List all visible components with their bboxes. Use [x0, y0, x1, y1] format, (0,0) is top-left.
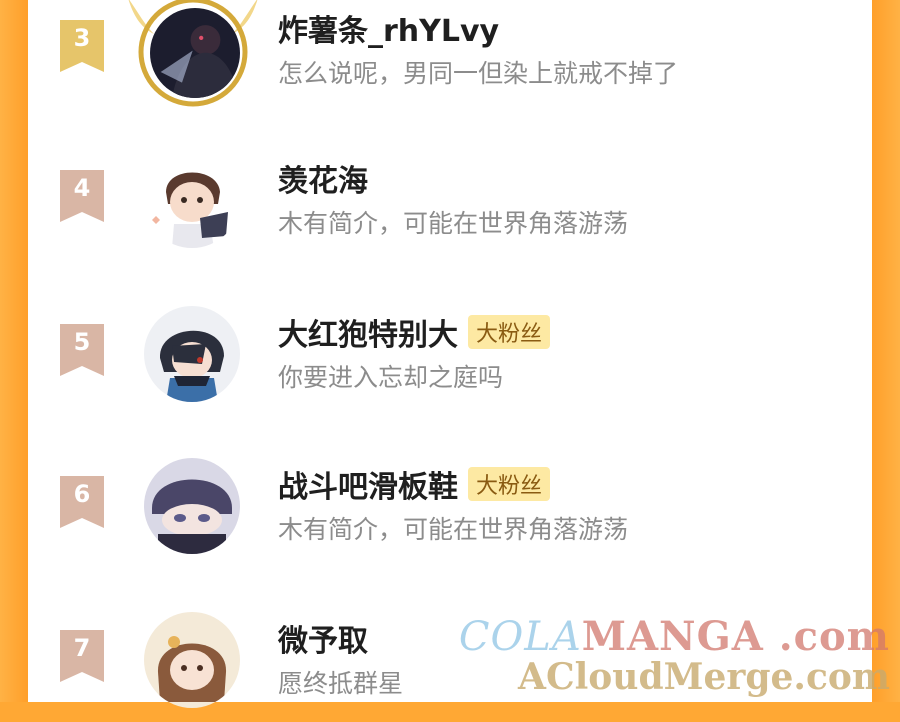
list-item-rank-3[interactable]: 3 炸薯条_rhYLvy 怎么说呢，男同一但染上就戒不掉了	[28, 0, 872, 112]
avatar[interactable]	[144, 612, 240, 708]
avatar[interactable]	[144, 458, 240, 554]
list-item-rank-5[interactable]: 5 大红狍特别大 大粉丝 你要进入忘却之庭吗	[28, 306, 872, 416]
user-bio: 你要进入忘却之庭吗	[278, 363, 504, 392]
user-name[interactable]: 羡花海	[278, 156, 368, 200]
fan-level-badge: 大粉丝	[468, 315, 551, 349]
user-bio: 木有简介，可能在世界角落游荡	[278, 515, 629, 544]
user-name[interactable]: 大红狍特别大	[278, 310, 458, 354]
avatar[interactable]	[144, 306, 240, 402]
user-name[interactable]: 微予取	[278, 616, 368, 660]
list-item-rank-4[interactable]: 4 羡花海 木有简介，可能在世界角落游荡	[28, 152, 872, 262]
rank-badge: 5	[60, 324, 104, 376]
user-bio: 怎么说呢，男同一但染上就戒不掉了	[278, 59, 679, 88]
user-bio: 木有简介，可能在世界角落游荡	[278, 209, 629, 238]
list-item-rank-7[interactable]: 7 微予取 愿终抵群星	[28, 612, 872, 722]
user-bio: 愿终抵群星	[278, 669, 404, 698]
ranking-panel: 3 炸薯条_rhYLvy 怎么说呢，男同一但染上就戒不掉了 4 羡花海 木有简介…	[0, 0, 900, 708]
rank-badge: 3	[60, 20, 104, 72]
user-name[interactable]: 战斗吧滑板鞋	[278, 462, 458, 506]
user-name[interactable]: 炸薯条_rhYLvy	[278, 6, 499, 50]
rank-badge: 6	[60, 476, 104, 528]
avatar[interactable]	[150, 8, 240, 98]
rank-badge: 4	[60, 170, 104, 222]
list-item-rank-6[interactable]: 6 战斗吧滑板鞋 大粉丝 木有简介，可能在世界角落游荡	[28, 458, 872, 568]
rank-badge: 7	[60, 630, 104, 682]
fan-level-badge: 大粉丝	[468, 467, 551, 501]
avatar[interactable]	[144, 152, 240, 248]
